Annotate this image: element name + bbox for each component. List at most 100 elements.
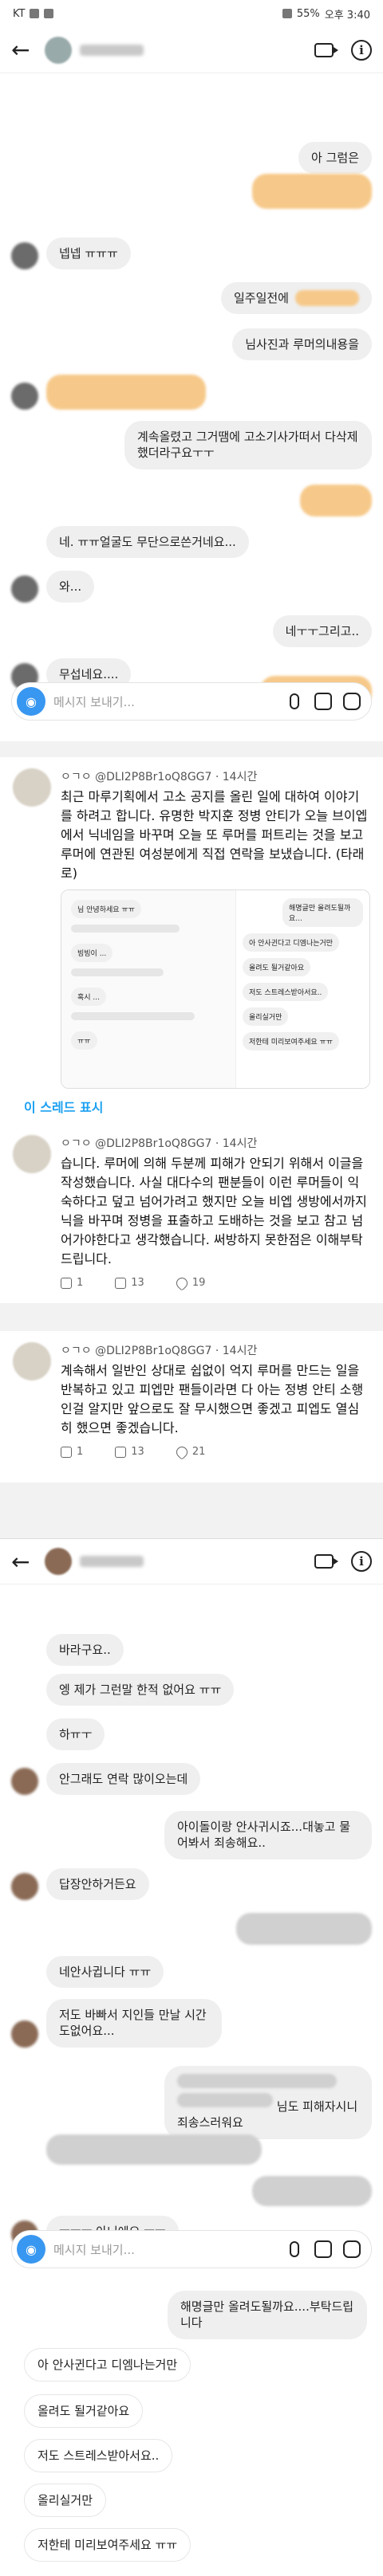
sticker-icon[interactable] [343,2240,361,2258]
gallery-icon[interactable] [314,2240,332,2258]
twitter-thread-screenshot: ㅇㄱㅇ @DLI2P8Br1oQ8GG7 · 14시간 최근 마루기획에서 고소… [0,741,383,1538]
gallery-icon[interactable] [314,693,332,710]
message-bubble: 바라구요.. [46,1634,124,1667]
microphone-icon[interactable] [290,2241,299,2257]
message-composer[interactable]: ◉ 메시지 보내기... [11,2230,372,2268]
message-row: 님사진과 루머의내용을 [11,328,372,361]
tweet-handle[interactable]: ㅇㄱㅇ @DLI2P8Br1oQ8GG7 · 14시간 [61,1342,370,1358]
message-row [11,485,372,516]
message-row: 아 그럼은 [11,142,372,175]
mini-bubble: 저한테 미리보여주세요 ㅠㅠ [243,1032,340,1050]
redacted-text [295,290,359,307]
tweet-actions: 1 13 21 [61,1443,370,1460]
message-bubble: 하ㅠㅜ [46,1718,105,1751]
back-arrow-icon[interactable]: ← [11,37,40,63]
message-bubble: 저도 바빠서 지인들 만날 시간도없어요... [46,1999,222,2048]
tweet[interactable]: ㅇㄱㅇ @DLI2P8Br1oQ8GG7 · 14시간 계속해서 일반인 상대로… [0,1331,383,1482]
message-bubble: 네ㅜㅜ그리고.. [272,615,372,648]
back-arrow-icon[interactable]: ← [11,1549,40,1575]
show-thread-link[interactable]: 이 스레드 표시 [0,1092,383,1124]
info-icon[interactable]: i [351,1551,372,1572]
mini-bubble: 님 안녕하세요 ㅠㅠ [71,900,141,918]
message-row: 하ㅠㅜ [11,1718,372,1751]
reply-button[interactable]: 1 [61,1277,83,1289]
message-row: 엥 제가 그런말 한적 없어요 ㅠㅠ [11,1674,372,1706]
redacted-bubble [300,485,372,516]
camera-icon[interactable]: ◉ [17,687,45,716]
redacted-bubble [46,2134,262,2165]
tweet-handle[interactable]: ㅇㄱㅇ @DLI2P8Br1oQ8GG7 · 14시간 [61,1135,370,1151]
reply-button[interactable]: 1 [61,1446,83,1458]
message-row [11,174,372,209]
message-input[interactable]: 메시지 보내기... [53,693,280,710]
message-bubble: 올리실거만 [24,2484,107,2518]
message-bubble: 님사진과 루머의내용을 [232,328,372,361]
retweet-count: 13 [131,1277,144,1289]
avatar[interactable] [13,768,51,807]
message-row: 님도 피해자시니 죄송스러워요 [11,2066,372,2139]
message-row: 네. ㅠㅠ얼굴도 무단으로쓴거네요... [11,526,372,559]
message-bubble: 계속올렸고 그거땜에 고소기사가떠서 다삭제했더라구요ㅜㅜ [124,421,372,469]
contact-name-redacted[interactable] [80,1556,144,1567]
message-row [11,1913,372,1945]
message-bubble: 엥 제가 그런말 한적 없어요 ㅠㅠ [46,1674,235,1706]
notification-icon [30,9,40,18]
message-bubble: 저도 스트레스받아서요.. [24,2439,173,2473]
retweet-icon [115,1446,127,1458]
redacted-bubble [252,2176,372,2206]
message-row: 아이돌이랑 안사귀시죠...대놓고 물어봐서 죄송해요.. [11,1811,372,1859]
message-bubble: 해명글만 올려도될까요....부탁드립니다 [168,2291,367,2339]
avatar[interactable] [45,1548,72,1575]
like-count: 21 [192,1446,206,1458]
message-row [11,375,372,410]
retweet-count: 13 [131,1446,144,1458]
dm-screenshot-2: ← i 바라구요.. 엥 제가 그런말 한적 없어요 ㅠㅠ 하ㅠㅜ 안그래도 연… [0,1538,383,2280]
message-bubble: 넵넵 ㅠㅠㅠ [46,238,131,270]
avatar[interactable] [45,36,72,64]
message-row: 네ㅜㅜ그리고.. [11,615,372,648]
redacted-text [177,2093,273,2107]
message-bubble: 답장안하거든요 [46,1868,149,1901]
retweet-button[interactable]: 13 [115,1277,144,1289]
message-composer[interactable]: ◉ 메시지 보내기... [11,682,372,721]
sticker-icon[interactable] [343,693,361,710]
avatar[interactable] [13,1135,51,1173]
battery-label: 55% [296,7,320,20]
like-button[interactable]: 19 [173,1274,205,1291]
mini-bubble: 혹시 ... [71,988,107,1006]
message-bubble: 님도 피해자시니 죄송스러워요 [164,2066,372,2139]
tweet[interactable]: ㅇㄱㅇ @DLI2P8Br1oQ8GG7 · 14시간 습니다. 루머에 의해 … [0,1124,383,1303]
redacted-bubble [236,1913,372,1945]
microphone-icon[interactable] [290,693,299,709]
avatar[interactable] [13,1342,51,1380]
message-bubble: 올려도 될거같아요 [24,2394,144,2429]
heart-icon [173,1443,190,1460]
avatar [11,2020,38,2048]
message-row: 와... [11,571,372,603]
message-row: 일주일전에 [11,282,372,315]
avatar [11,1873,38,1901]
tweet-actions: 1 13 19 [61,1274,370,1291]
camera-icon[interactable]: ◉ [17,2235,45,2264]
info-icon[interactable]: i [351,39,372,61]
tweet-image[interactable]: 님 안녕하세요 ㅠㅠ 빙빙이 ... 혹시 ... ㅠㅠ 해명글만 올려도될까요… [61,889,370,1089]
message-row: 네안사귑니다 ㅠㅠ [11,1956,372,1989]
retweet-button[interactable]: 13 [115,1446,144,1458]
like-button[interactable]: 21 [173,1443,206,1460]
contact-name-redacted[interactable] [80,44,144,56]
avatar [11,575,38,603]
redacted-bubble [252,174,372,209]
message-row: 바라구요.. [11,1634,372,1667]
video-call-icon[interactable] [314,1554,338,1569]
tweet[interactable]: ㅇㄱㅇ @DLI2P8Br1oQ8GG7 · 14시간 최근 마루기획에서 고소… [0,757,383,1111]
tweet-handle[interactable]: ㅇㄱㅇ @DLI2P8Br1oQ8GG7 · 14시간 [61,768,370,784]
video-call-icon[interactable] [314,42,338,57]
message-row: 저도 바빠서 지인들 만날 시간도없어요... [11,1999,372,2048]
message-row: 넵넵 ㅠㅠㅠ [11,238,372,270]
message-bubble: 아 그럼은 [298,142,372,175]
embedded-chat-left: 님 안녕하세요 ㅠㅠ 빙빙이 ... 혹시 ... ㅠㅠ [61,890,235,1088]
dm-screenshot-1: KT 55% 오후 3:40 ← i 아 그럼은 넵넵 ㅠㅠㅠ 일주일전에 님사… [0,0,383,741]
reply-icon [61,1446,72,1458]
message-input[interactable]: 메시지 보내기... [53,2241,280,2258]
tweet-text: 계속해서 일반인 상대로 쉽없이 억지 루머를 만드는 일을 반복하고 있고 피… [61,1363,364,1435]
